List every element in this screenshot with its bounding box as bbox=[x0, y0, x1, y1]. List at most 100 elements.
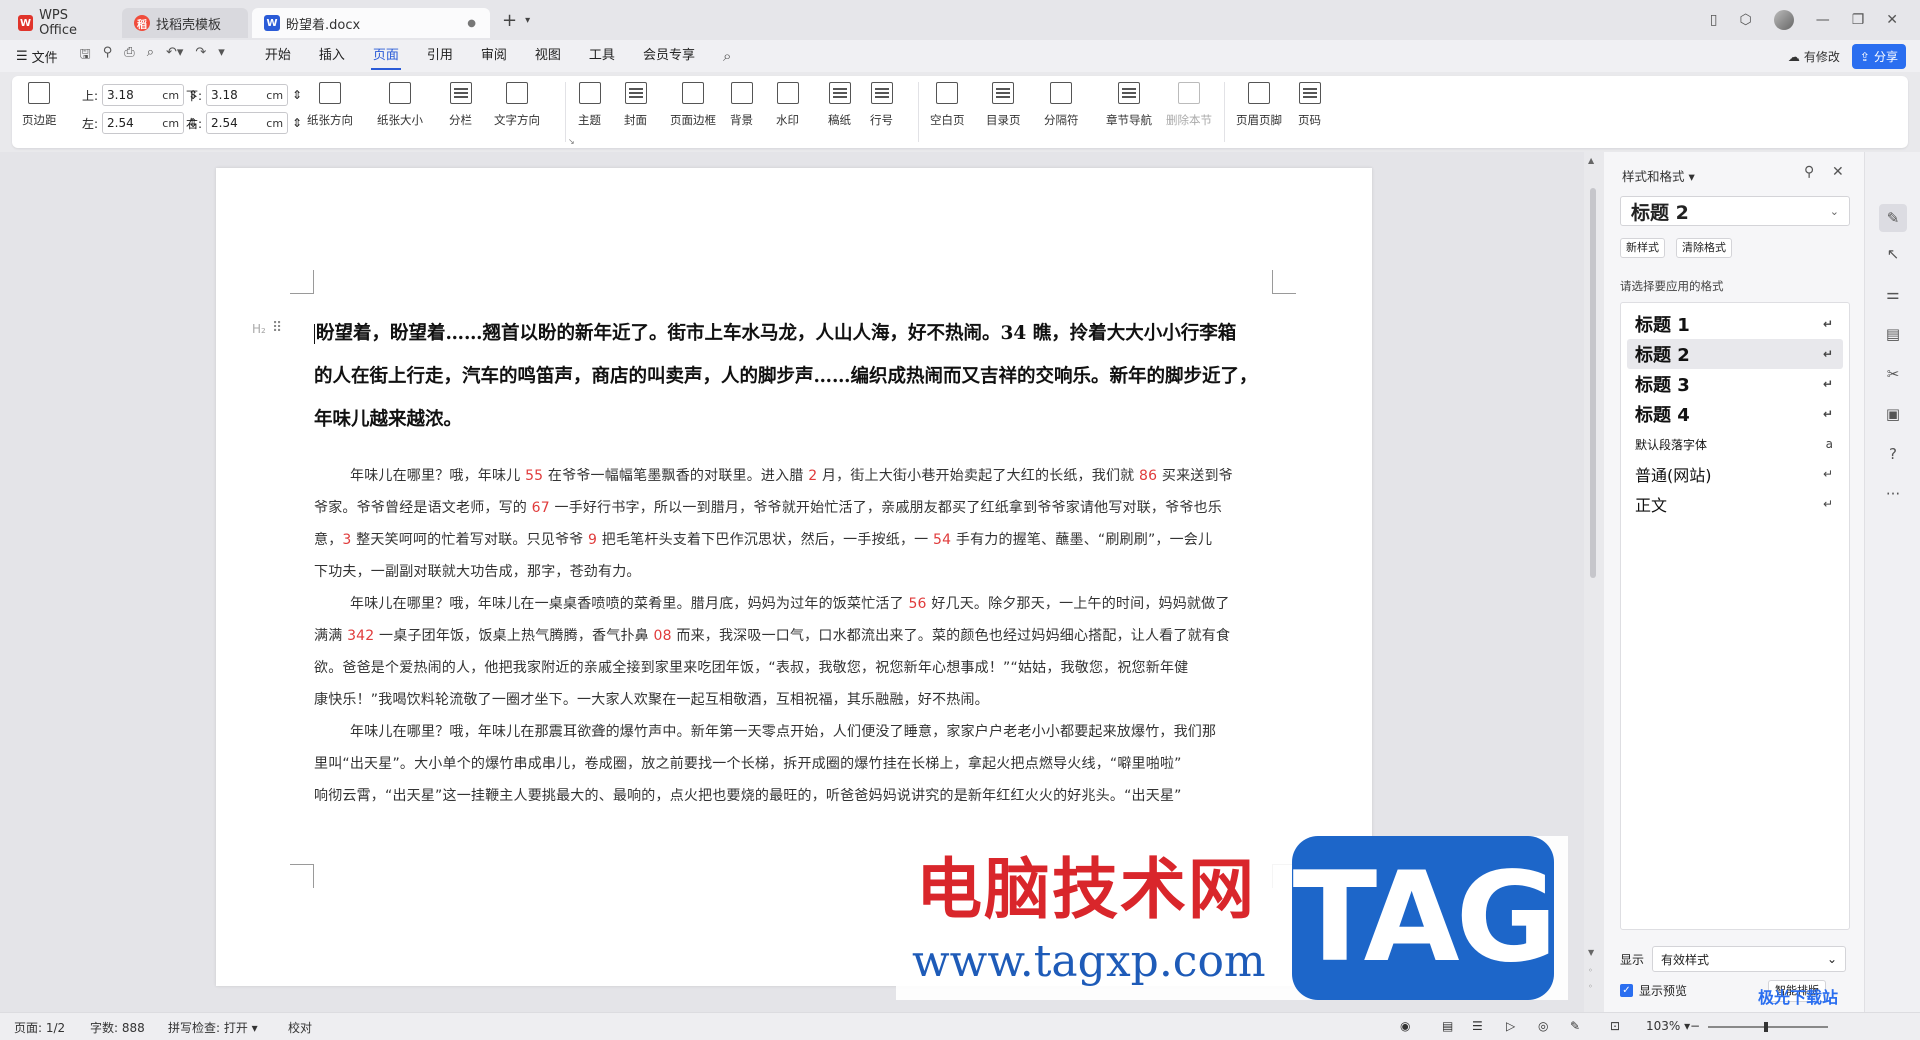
tab-member[interactable]: 会员专享 bbox=[629, 40, 709, 72]
layout-icon[interactable]: ▯ bbox=[1710, 12, 1718, 28]
zoom-slider[interactable] bbox=[1708, 1026, 1828, 1028]
watermark-button[interactable]: 水印 bbox=[776, 82, 799, 128]
dialog-launcher-icon[interactable]: ↘ bbox=[568, 137, 575, 146]
tab-document[interactable]: W 盼望着.docx ● bbox=[252, 8, 490, 38]
page-border-button[interactable]: 页面边框 bbox=[670, 82, 716, 128]
heading-paragraph[interactable]: 盼望着，盼望着……翘首以盼的新年近了。街市上车水马龙，人山人海，好不热闹。34 … bbox=[314, 312, 1274, 441]
more-icon[interactable]: ··· bbox=[1879, 480, 1907, 508]
separator-button[interactable]: 分隔符 bbox=[1044, 82, 1079, 128]
toc-page-button[interactable]: 目录页 bbox=[986, 82, 1021, 128]
close-window-icon[interactable]: ✕ bbox=[1886, 12, 1898, 28]
eye-icon[interactable]: ◉ bbox=[1400, 1019, 1410, 1033]
manuscript-button[interactable]: 稿纸 bbox=[828, 82, 851, 128]
blank-page-button[interactable]: 空白页 bbox=[930, 82, 965, 128]
book-icon[interactable]: ▣ bbox=[1879, 400, 1907, 428]
styles-pen-icon[interactable]: ✎ bbox=[1879, 204, 1907, 232]
tab-start[interactable]: 开始 bbox=[251, 40, 305, 72]
share-button[interactable]: ⇪ 分享 bbox=[1851, 44, 1906, 69]
print-preview-icon[interactable]: ⌕ bbox=[147, 45, 154, 67]
zoom-level[interactable]: 103% ▾ bbox=[1646, 1019, 1690, 1033]
tab-insert[interactable]: 插入 bbox=[305, 40, 359, 72]
text-direction-button[interactable]: 文字方向 bbox=[494, 82, 540, 128]
page-margins-button[interactable]: 页边距 bbox=[22, 82, 57, 128]
prev-page-icon[interactable]: ◦ bbox=[1588, 966, 1593, 975]
zoom-out-icon[interactable]: − bbox=[1690, 1019, 1700, 1033]
link-icon[interactable]: ⚲ bbox=[103, 45, 113, 67]
pin-icon[interactable]: ⚲ bbox=[1804, 164, 1814, 180]
modified-status[interactable]: ☁ 有修改 bbox=[1788, 48, 1840, 65]
outline-icon[interactable]: ☰ bbox=[1472, 1019, 1483, 1033]
margin-left-input[interactable]: 2.54 cm bbox=[102, 112, 185, 134]
vertical-scrollbar[interactable]: ▲ ▼ ◦ ◦ bbox=[1584, 152, 1602, 1012]
search-icon[interactable]: ⌕ bbox=[723, 47, 731, 65]
word-count[interactable]: 字数: 888 bbox=[90, 1019, 145, 1036]
margin-right-input[interactable]: 2.54 cm bbox=[206, 112, 289, 134]
show-select[interactable]: 有效样式 ⌄ bbox=[1652, 946, 1847, 972]
columns-button[interactable]: 分栏 bbox=[449, 82, 472, 128]
current-style-select[interactable]: 标题 2 ⌄ bbox=[1620, 196, 1850, 226]
section-nav-button[interactable]: 章节导航 bbox=[1106, 82, 1152, 128]
play-icon[interactable]: ▷ bbox=[1506, 1019, 1515, 1033]
tab-close-icon[interactable]: ● bbox=[467, 18, 476, 29]
select-pointer-icon[interactable]: ↖ bbox=[1879, 240, 1907, 268]
proofread[interactable]: 校对 bbox=[288, 1019, 312, 1036]
chevron-down-icon[interactable]: ▾ bbox=[218, 45, 225, 67]
theme-button[interactable]: 主题 bbox=[578, 82, 601, 128]
next-page-icon[interactable]: ◦ bbox=[1588, 982, 1593, 991]
drag-handle-icon[interactable]: ⠿ bbox=[272, 320, 282, 336]
style-item[interactable]: 标题 2 ↵ bbox=[1627, 339, 1843, 369]
stepper-icon[interactable]: ⇕ bbox=[292, 88, 302, 102]
line-number-button[interactable]: 行号 bbox=[870, 82, 893, 128]
margin-bottom-input[interactable]: 3.18 cm bbox=[206, 84, 289, 106]
print-icon[interactable]: ⎙ bbox=[124, 45, 134, 67]
zoom-slider-knob[interactable] bbox=[1764, 1022, 1768, 1032]
cover-button[interactable]: 封面 bbox=[624, 82, 647, 128]
pen-icon[interactable]: ✎ bbox=[1570, 1019, 1580, 1033]
tab-review[interactable]: 审阅 bbox=[467, 40, 521, 72]
style-item[interactable]: 标题 4 ↵ bbox=[1627, 399, 1843, 429]
tab-template[interactable]: 稻 找稻壳模板 bbox=[122, 8, 248, 38]
save-icon[interactable]: 🖫 bbox=[80, 45, 91, 67]
page-number-button[interactable]: 页码 bbox=[1298, 82, 1321, 128]
scroll-thumb[interactable] bbox=[1590, 188, 1596, 578]
stepper-icon[interactable]: ⇕ bbox=[292, 116, 302, 130]
fit-page-icon[interactable]: ⊡ bbox=[1610, 1019, 1620, 1033]
redo-icon[interactable]: ↷ bbox=[195, 45, 206, 67]
background-button[interactable]: 背景 bbox=[730, 82, 753, 128]
panel-title[interactable]: 样式和格式 ▾ bbox=[1622, 166, 1695, 185]
style-item[interactable]: 正文 ↵ bbox=[1627, 489, 1843, 519]
sliders-icon[interactable]: ⚌ bbox=[1879, 280, 1907, 308]
minimize-icon[interactable]: — bbox=[1816, 12, 1830, 28]
tab-wps-office[interactable]: W WPS Office bbox=[6, 8, 118, 38]
file-menu[interactable]: ☰ 文件 bbox=[16, 47, 58, 66]
undo-icon[interactable]: ↶▾ bbox=[166, 45, 183, 67]
style-item[interactable]: 默认段落字体 a bbox=[1627, 429, 1843, 459]
tab-references[interactable]: 引用 bbox=[413, 40, 467, 72]
cube-icon[interactable]: ⬡ bbox=[1739, 12, 1751, 28]
tab-page[interactable]: 页面 bbox=[359, 40, 413, 72]
tools-icon[interactable]: ✂ bbox=[1879, 360, 1907, 388]
help-icon[interactable]: ? bbox=[1879, 440, 1907, 468]
edit-doc-icon[interactable]: ▤ bbox=[1879, 320, 1907, 348]
orientation-button[interactable]: 纸张方向 bbox=[307, 82, 353, 128]
close-icon[interactable]: ✕ bbox=[1832, 164, 1844, 180]
page-view-icon[interactable]: ▤ bbox=[1442, 1019, 1453, 1033]
new-style-button[interactable]: 新样式 bbox=[1620, 238, 1665, 258]
paper-size-button[interactable]: 纸张大小 bbox=[377, 82, 423, 128]
clear-format-button[interactable]: 清除格式 bbox=[1676, 238, 1732, 258]
scroll-up-icon[interactable]: ▲ bbox=[1588, 156, 1594, 165]
avatar[interactable] bbox=[1773, 10, 1794, 30]
new-tab-icon[interactable]: + bbox=[502, 10, 517, 31]
style-item[interactable]: 标题 1 ↵ bbox=[1627, 309, 1843, 339]
body-text[interactable]: 年味儿在哪里？哦，年味儿 55 在爷爷一幅幅笔墨飘香的对联里。进入腊 2 月，街… bbox=[314, 460, 1274, 812]
style-item[interactable]: 普通(网站) ↵ bbox=[1627, 459, 1843, 489]
page-count[interactable]: 页面: 1/2 bbox=[14, 1019, 65, 1036]
delete-section-button[interactable]: 删除本节 bbox=[1166, 82, 1212, 128]
style-item[interactable]: 标题 3 ↵ bbox=[1627, 369, 1843, 399]
restore-icon[interactable]: ❐ bbox=[1852, 12, 1865, 28]
tab-tools[interactable]: 工具 bbox=[575, 40, 629, 72]
margin-top-input[interactable]: 3.18 cm bbox=[102, 84, 185, 106]
web-view-icon[interactable]: ◎ bbox=[1538, 1019, 1548, 1033]
spell-check[interactable]: 拼写检查: 打开 ▾ bbox=[168, 1019, 258, 1036]
tab-view[interactable]: 视图 bbox=[521, 40, 575, 72]
